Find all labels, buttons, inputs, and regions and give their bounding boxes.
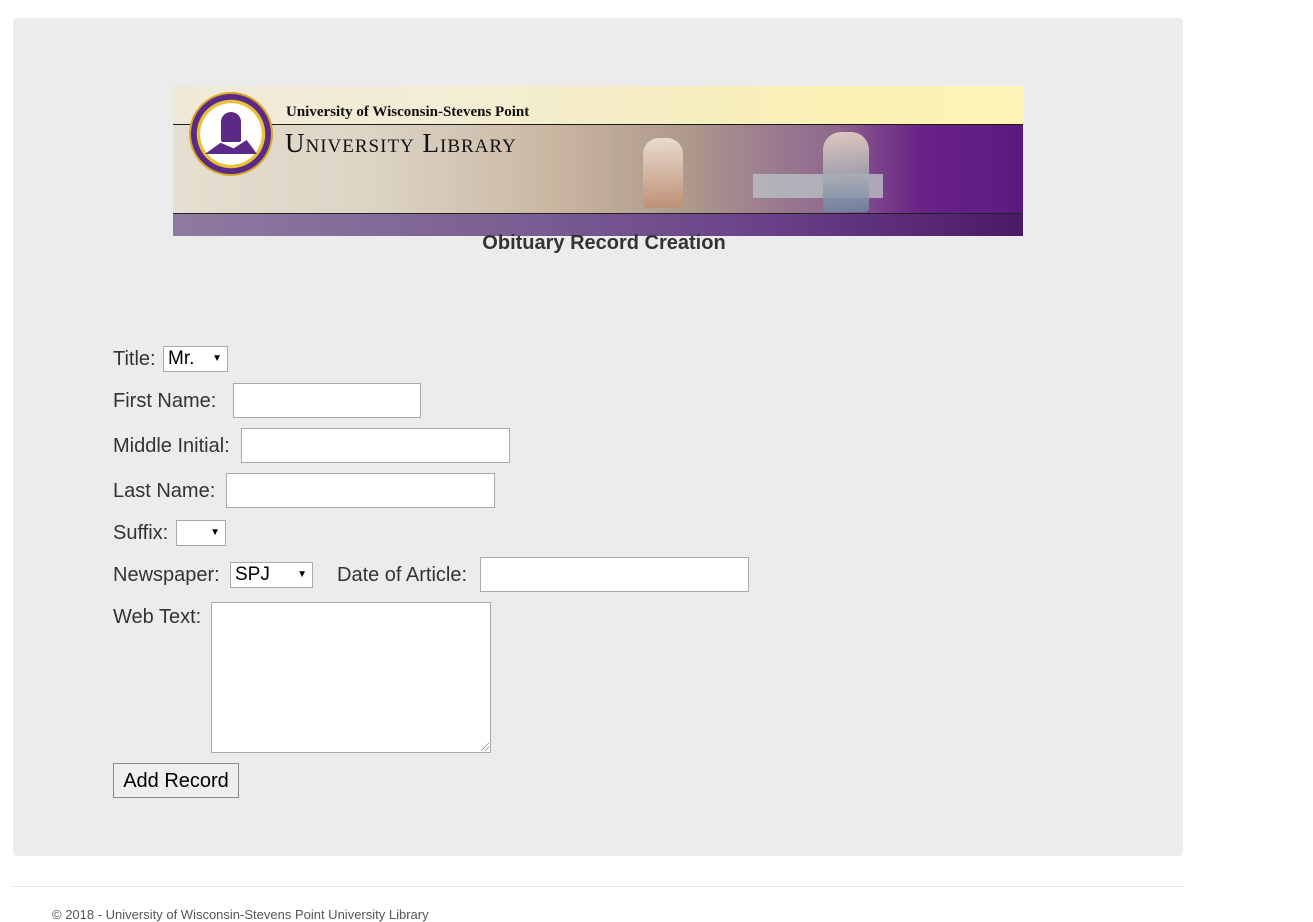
date-of-article-field[interactable] bbox=[480, 557, 749, 592]
newspaper-label: Newspaper: bbox=[113, 564, 220, 586]
newspaper-select-value: SPJ bbox=[235, 564, 270, 585]
banner-photo-person bbox=[643, 138, 683, 208]
title-select[interactable]: Mr. ▼ bbox=[163, 346, 228, 372]
first-name-field[interactable] bbox=[233, 383, 421, 418]
banner-university-name: University of Wisconsin-Stevens Point bbox=[286, 104, 530, 120]
last-name-label: Last Name: bbox=[113, 480, 216, 502]
last-name-field[interactable] bbox=[226, 473, 495, 508]
add-record-button[interactable]: Add Record bbox=[113, 763, 239, 798]
resize-grip-icon[interactable] bbox=[481, 743, 489, 751]
first-name-label: First Name: bbox=[113, 390, 217, 412]
university-seal-logo bbox=[189, 92, 273, 176]
banner-library-name: University Library bbox=[285, 128, 517, 158]
web-text-label: Web Text: bbox=[113, 606, 202, 628]
dropdown-arrow-icon: ▼ bbox=[210, 527, 220, 538]
dropdown-arrow-icon: ▼ bbox=[212, 353, 222, 364]
suffix-select[interactable]: ▼ bbox=[176, 520, 226, 546]
web-text-area[interactable] bbox=[211, 602, 491, 753]
footer-divider bbox=[13, 886, 1183, 887]
middle-initial-field[interactable] bbox=[241, 428, 510, 463]
university-library-banner: University of Wisconsin-Stevens Point Un… bbox=[173, 86, 1023, 236]
middle-initial-label: Middle Initial: bbox=[113, 435, 230, 457]
title-label: Title: bbox=[113, 348, 156, 370]
title-select-value: Mr. bbox=[168, 348, 195, 369]
banner-photo-person bbox=[823, 132, 869, 212]
newspaper-select[interactable]: SPJ ▼ bbox=[230, 562, 313, 588]
dropdown-arrow-icon: ▼ bbox=[297, 569, 307, 580]
suffix-label: Suffix: bbox=[113, 522, 169, 544]
date-of-article-label: Date of Article: bbox=[337, 564, 468, 586]
page-title: Obituary Record Creation bbox=[482, 232, 726, 254]
